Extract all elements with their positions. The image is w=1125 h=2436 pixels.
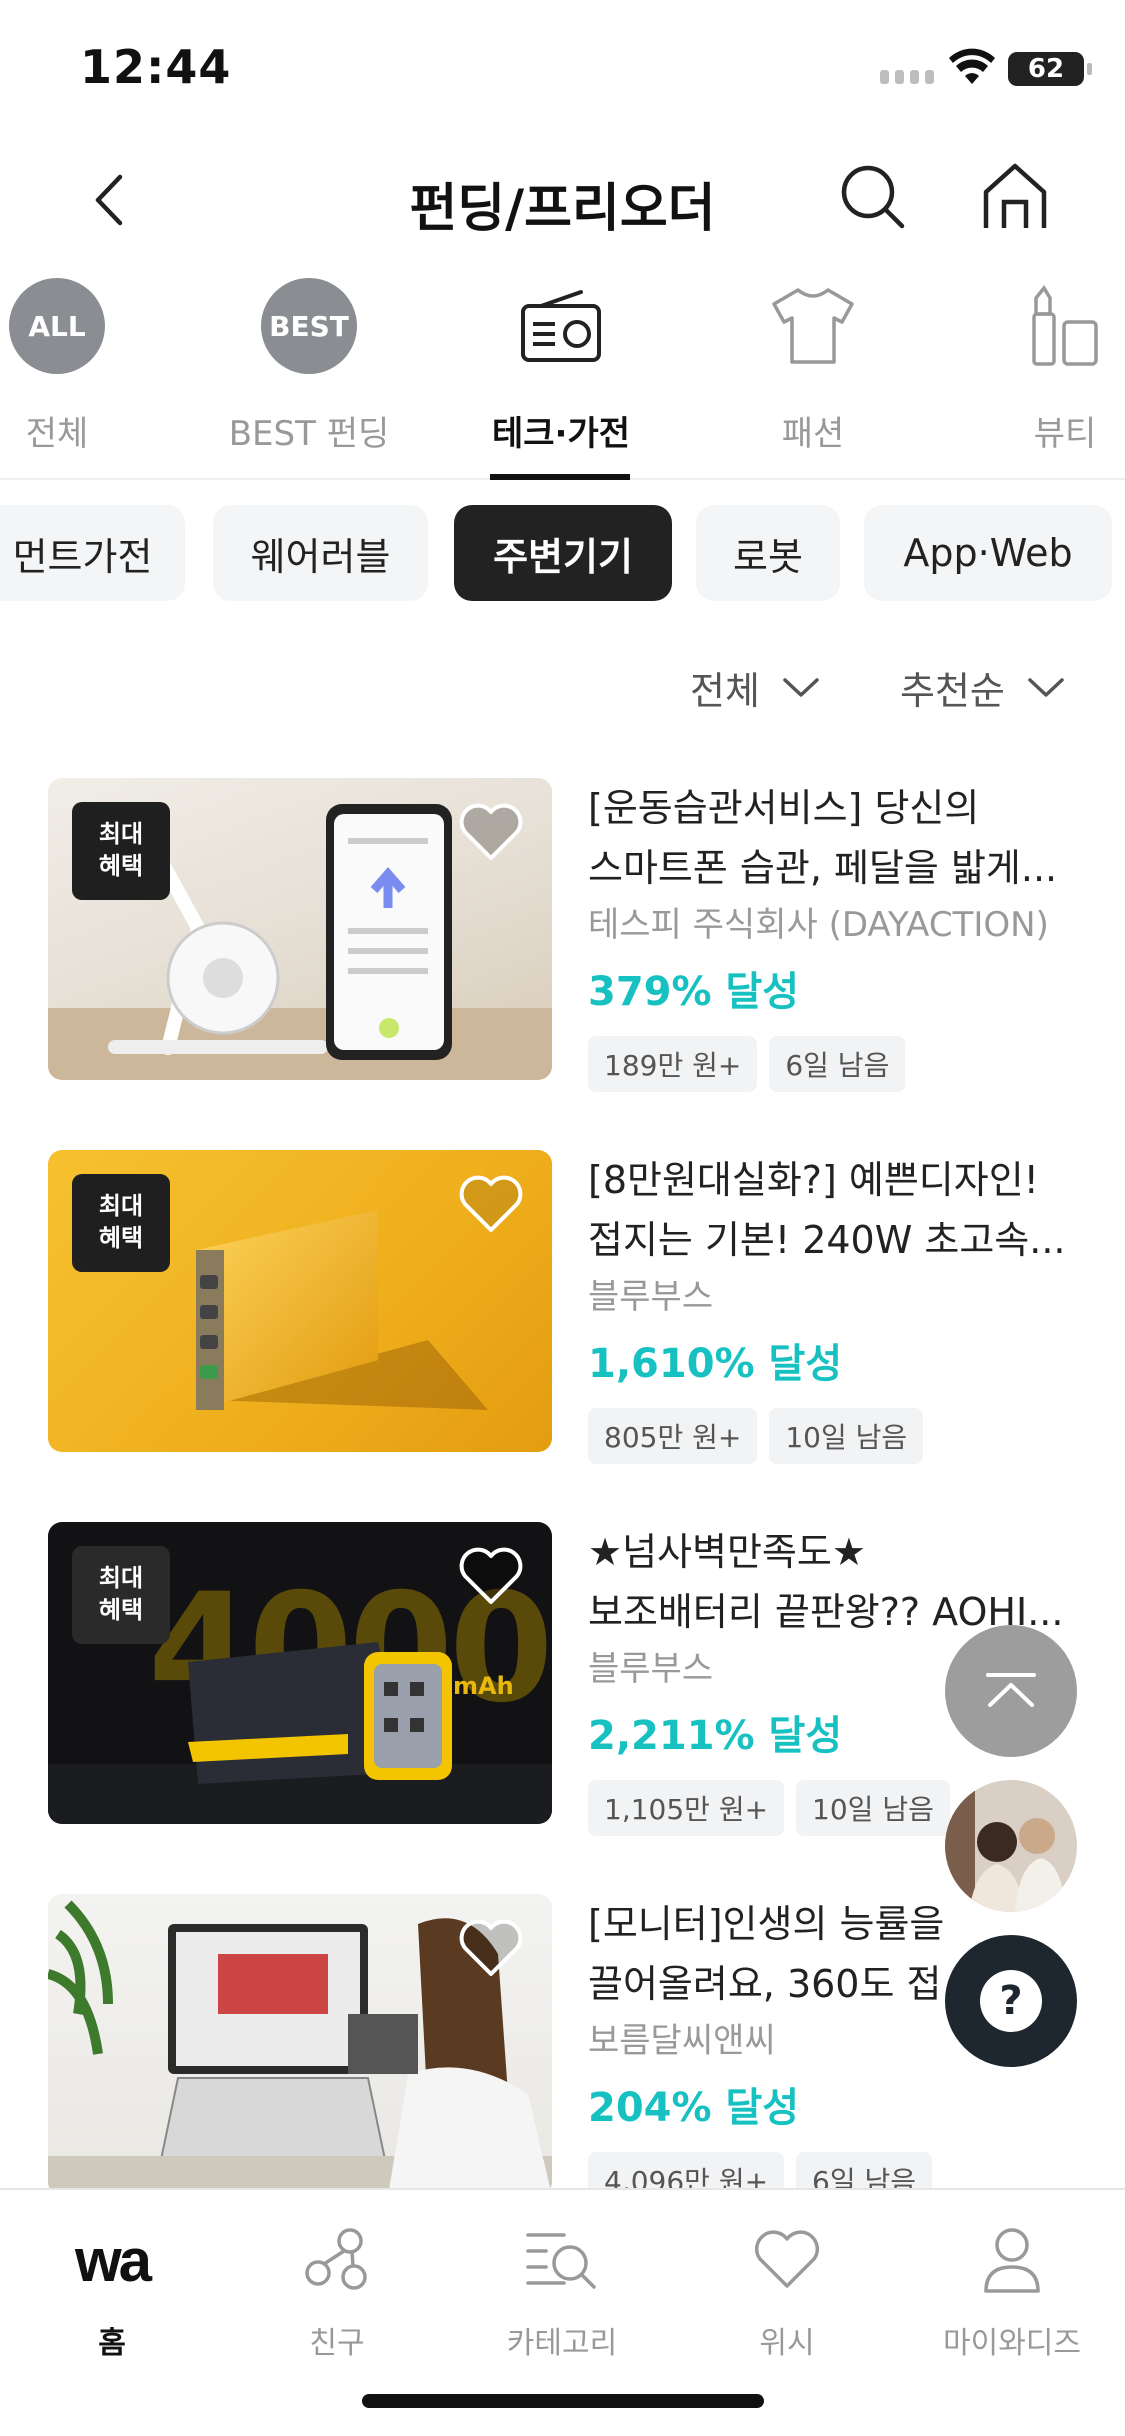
- product-maker: 블루부스: [588, 1277, 714, 1317]
- category-best[interactable]: BEST BEST 펀딩: [219, 270, 399, 480]
- product-info: [운동습관서비스] 당신의 스마트폰 습관, 페달을 밟게... 테스피 주식회사…: [588, 778, 1088, 1092]
- sort-dropdown[interactable]: 추천순: [900, 660, 1065, 715]
- nav-home[interactable]: wa 홈: [12, 2220, 212, 2362]
- scope-filter-label: 전체: [690, 669, 760, 713]
- wish-heart-icon[interactable]: [458, 1918, 524, 1978]
- max-benefit-badge: 최대 혜택: [72, 802, 170, 900]
- days-left-tag: 6일 남음: [769, 1036, 906, 1092]
- nav-label: 홈: [98, 2326, 126, 2361]
- subcategory-chips: 먼트가전 웨어러블 주변기기 로봇 App·Web: [0, 505, 1125, 605]
- filter-bar: 전체 추천순: [0, 660, 1125, 730]
- live-avatar-button[interactable]: [945, 1780, 1077, 1912]
- home-indicator: [362, 2394, 764, 2408]
- amount-tag: 1,105만 원+: [588, 1780, 785, 1836]
- days-left-tag: 10일 남음: [769, 1408, 924, 1464]
- product-info: [8만원대실화?] 예쁜디자인! 접지는 기본! 240W 초고속... 블루부스…: [588, 1150, 1088, 1464]
- chip-appliance[interactable]: 먼트가전: [0, 505, 185, 601]
- product-image[interactable]: 최대 혜택: [48, 778, 552, 1080]
- page-title: 펀딩/프리오더: [409, 179, 716, 239]
- cosmetics-icon: [1032, 284, 1098, 366]
- days-left-tag: 10일 남음: [796, 1780, 950, 1836]
- cellular-signal-icon: [880, 70, 934, 84]
- nav-friends[interactable]: 친구: [237, 2220, 437, 2362]
- heart-icon: [754, 2230, 820, 2288]
- product-maker: 테스피 주식회사 (DAYACTION): [588, 905, 1049, 945]
- product-card[interactable]: 최대 혜택 [8만원대실화?] 예쁜디자인! 접지는 기본! 240W 초고속...…: [48, 1150, 1078, 1470]
- category-fashion[interactable]: 패션: [723, 270, 903, 480]
- product-image[interactable]: [48, 1894, 552, 2196]
- category-tabs: ALL 전체 BEST BEST 펀딩 테크·가전 패션 뷰티: [0, 270, 1125, 480]
- radio-icon: [521, 290, 601, 362]
- home-button[interactable]: [978, 158, 1052, 232]
- category-search-icon: [526, 2233, 596, 2289]
- tshirt-icon: [772, 288, 854, 364]
- scroll-to-top-button[interactable]: [945, 1625, 1077, 1757]
- wish-heart-icon[interactable]: [458, 1546, 524, 1606]
- scope-filter-dropdown[interactable]: 전체: [690, 660, 820, 715]
- achievement-rate: 379% 달성: [588, 969, 800, 1015]
- nav-label: 친구: [309, 2326, 365, 2361]
- nav-my-wadiz[interactable]: 마이와디즈: [912, 2220, 1112, 2362]
- chip-robot[interactable]: 로봇: [696, 505, 840, 601]
- product-image[interactable]: 최대 혜택: [48, 1150, 552, 1452]
- nav-label: 위시: [759, 2326, 815, 2361]
- category-all[interactable]: ALL 전체: [0, 270, 147, 480]
- wish-heart-icon[interactable]: [458, 802, 524, 862]
- battery-icon: 62: [1008, 52, 1092, 86]
- arrow-up-icon: [986, 1673, 1036, 1707]
- avatar: [945, 1780, 1077, 1912]
- category-label: 전체: [25, 414, 89, 454]
- header: 펀딩/프리오더: [0, 140, 1125, 260]
- wadiz-logo-icon: wa: [74, 2226, 152, 2294]
- category-label: 패션: [781, 414, 845, 454]
- category-label: 뷰티: [1033, 414, 1097, 454]
- friends-icon: [305, 2228, 367, 2290]
- product-title[interactable]: ★넘사벽만족도★ 보조배터리 끝판왕?? AOHI...: [588, 1522, 1088, 1642]
- chip-wearable[interactable]: 웨어러블: [213, 505, 428, 601]
- status-bar: 12:44 62: [0, 0, 1125, 140]
- best-badge-icon: BEST: [261, 278, 357, 374]
- product-image[interactable]: 40000 mAh 최대혜택: [48, 1522, 552, 1824]
- chevron-down-icon: [1028, 677, 1064, 697]
- nav-label: 마이와디즈: [943, 2326, 1081, 2361]
- category-tech[interactable]: 테크·가전: [471, 270, 651, 480]
- product-title[interactable]: [8만원대실화?] 예쁜디자인! 접지는 기본! 240W 초고속...: [588, 1150, 1088, 1270]
- search-button[interactable]: [838, 162, 908, 232]
- nav-wish[interactable]: 위시: [687, 2220, 887, 2362]
- achievement-rate: 1,610% 달성: [588, 1341, 843, 1387]
- nav-label: 카테고리: [506, 2326, 618, 2361]
- status-time: 12:44: [80, 40, 232, 94]
- nav-category[interactable]: 카테고리: [462, 2220, 662, 2362]
- wifi-icon: [949, 48, 995, 84]
- sort-label: 추천순: [900, 669, 1005, 713]
- product-card[interactable]: 최대 혜택 [운동습관서비스] 당신의 스마트폰 습관, 페달을 밟게... 테스피…: [48, 778, 1078, 1098]
- question-icon: ?: [980, 1970, 1042, 2032]
- category-label: 테크·가전: [491, 414, 631, 454]
- amount-tag: 805만 원+: [588, 1408, 758, 1464]
- chip-peripherals[interactable]: 주변기기: [454, 505, 672, 601]
- active-tab-indicator: [490, 474, 630, 480]
- chip-app-web[interactable]: App·Web: [864, 505, 1112, 601]
- max-benefit-badge: 최대 혜택: [72, 1546, 170, 1644]
- category-label: BEST 펀딩: [228, 414, 390, 454]
- category-beauty[interactable]: 뷰티: [975, 270, 1125, 480]
- max-benefit-badge: 최대 혜택: [72, 1174, 170, 1272]
- product-card[interactable]: 40000 mAh 최대혜택 ★넘사벽만족도★보조배터리 끝판왕?? AOHI.…: [48, 1522, 1078, 1842]
- help-chat-button[interactable]: ?: [945, 1935, 1077, 2067]
- product-title[interactable]: [운동습관서비스] 당신의 스마트폰 습관, 페달을 밟게...: [588, 778, 1088, 898]
- achievement-rate: 204% 달성: [588, 2085, 800, 2131]
- person-icon: [984, 2228, 1040, 2293]
- wish-heart-icon[interactable]: [458, 1174, 524, 1234]
- chevron-down-icon: [783, 677, 819, 697]
- amount-tag: 189만 원+: [588, 1036, 758, 1092]
- product-card[interactable]: [모니터]인생의 능률을 끌어올려요, 360도 접... 보름달씨앤씨 204%…: [48, 1894, 1078, 2214]
- all-badge-icon: ALL: [9, 278, 105, 374]
